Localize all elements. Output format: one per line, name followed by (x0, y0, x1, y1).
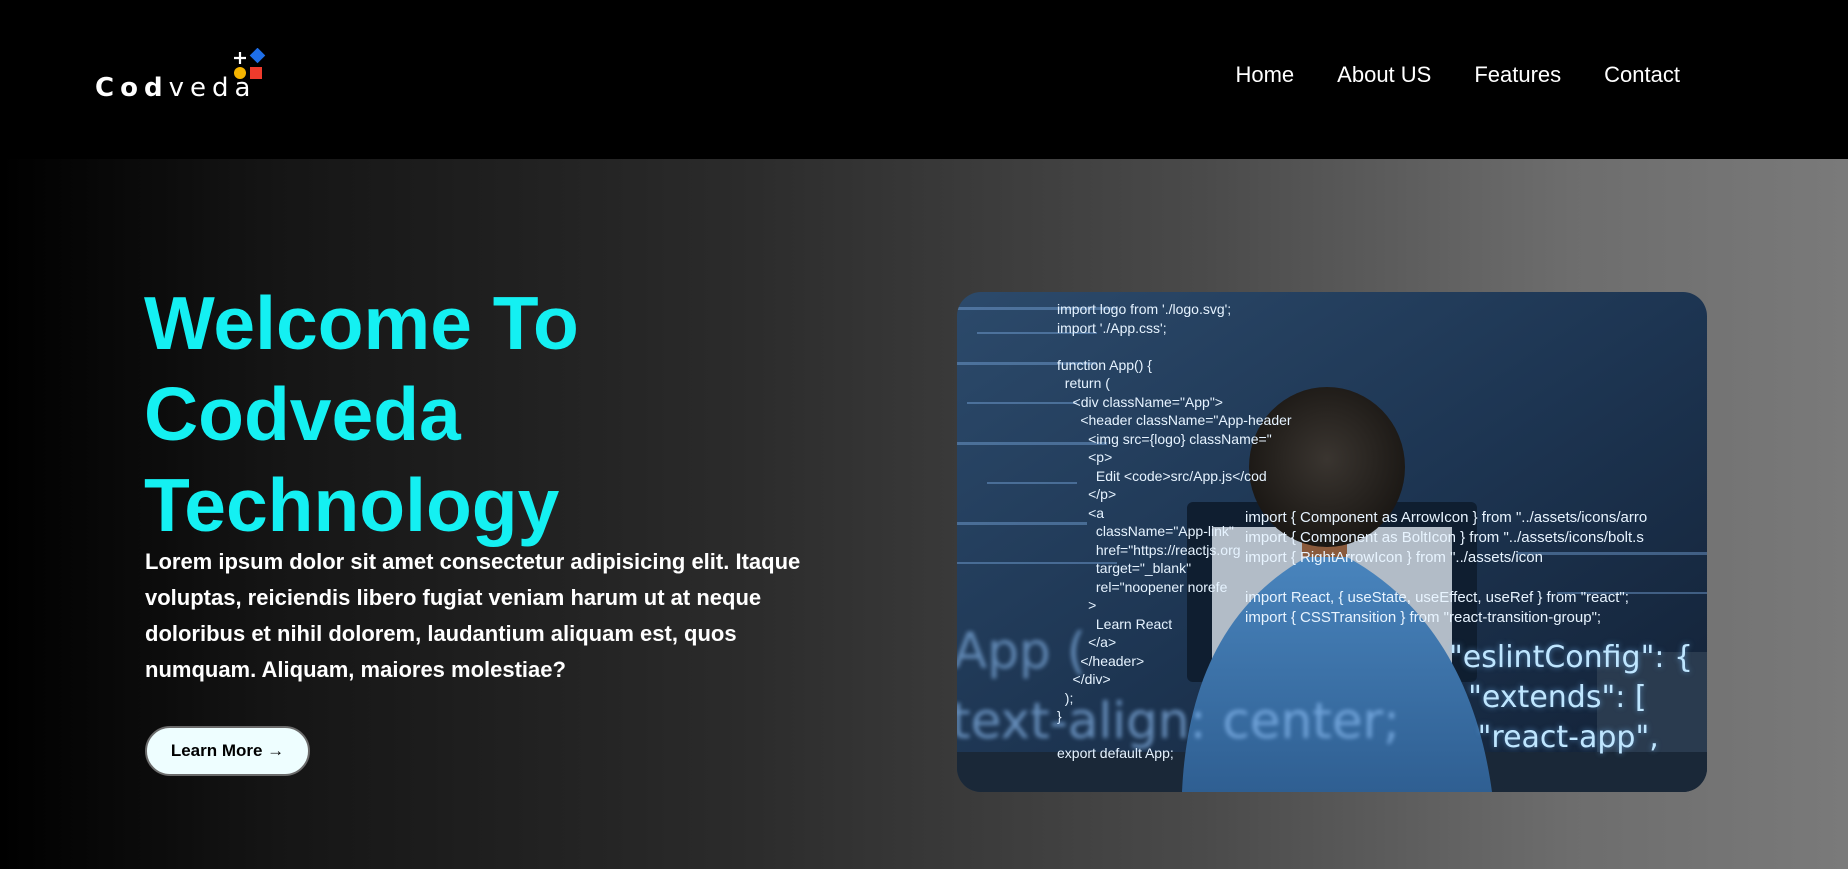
hero-title-line-1: Welcome To Codveda (144, 281, 579, 456)
main-nav: Home About US Features Contact (1192, 62, 1680, 88)
code-overlay-big-1: App ( (957, 622, 1087, 680)
hero-section: Welcome To Codveda Technology Lorem ipsu… (0, 159, 1848, 869)
hero-image: import logo from './logo.svg'; import '.… (957, 292, 1707, 792)
nav-item-home[interactable]: Home (1235, 62, 1294, 88)
brand-mark-icon (234, 48, 266, 79)
nav-item-contact[interactable]: Contact (1604, 62, 1680, 88)
learn-more-button[interactable]: Learn More → (145, 726, 310, 776)
hero-title-line-2: Technology (144, 463, 560, 547)
top-navbar: Codveda Home About US Features Contact (0, 0, 1848, 159)
code-overlay-big-2: text-align: center; (957, 692, 1401, 750)
nav-item-features[interactable]: Features (1474, 62, 1561, 88)
nav-item-about-us[interactable]: About US (1337, 62, 1431, 88)
brand-logo[interactable]: Codveda (95, 48, 275, 108)
hero-description: Lorem ipsum dolor sit amet consectetur a… (145, 549, 801, 682)
hero-title: Welcome To Codveda Technology (144, 278, 904, 551)
code-overlay-right: import { Component as ArrowIcon } from "… (1245, 509, 1648, 626)
code-overlay-json: "eslintConfig": { "extends": [ "react-ap… (1449, 640, 1694, 755)
